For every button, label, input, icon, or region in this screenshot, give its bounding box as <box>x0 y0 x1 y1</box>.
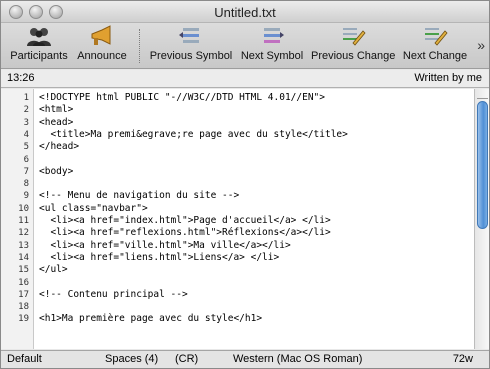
line-number: 3 <box>23 117 29 128</box>
editor-window: Untitled.txt Participants Announce Previ <box>0 0 490 369</box>
last-modified-time: 13:26 <box>7 72 35 84</box>
document-status-bar: 13:26 Written by me <box>1 70 489 88</box>
line-number: 17 <box>18 289 29 300</box>
previous-change-button[interactable]: Previous Change <box>311 25 395 67</box>
announce-label: Announce <box>77 50 127 62</box>
code-line[interactable]: <!-- Menu de navigation du site --> <box>39 190 239 201</box>
line-number: 16 <box>18 277 29 288</box>
line-number: 1 <box>23 93 29 103</box>
code-line[interactable]: <ul class="navbar"> <box>39 203 148 214</box>
line-number: 15 <box>18 265 29 276</box>
megaphone-icon <box>91 25 111 45</box>
next-change-button[interactable]: Next Change <box>401 25 469 67</box>
toolbar: Participants Announce Previous Symbol Ne… <box>1 23 489 69</box>
author-label: Written by me <box>414 72 482 84</box>
previous-symbol-button[interactable]: Previous Symbol <box>149 25 233 67</box>
code-line[interactable]: <h1>Ma première page avec du style</h1> <box>39 313 262 324</box>
code-line[interactable]: <!-- Contenu principal --> <box>39 289 188 300</box>
code-line[interactable]: <li><a href="reflexions.html">Réflexions… <box>39 227 330 238</box>
split-view-handle[interactable] <box>477 91 488 99</box>
code-line[interactable]: <html> <box>39 104 73 115</box>
next-symbol-icon <box>264 28 284 43</box>
participants-label: Participants <box>10 50 68 62</box>
line-number: 2 <box>23 105 29 116</box>
bottom-status-bar: Default Spaces (4) (CR) Western (Mac OS … <box>1 350 489 368</box>
code-line[interactable]: </head> <box>39 141 79 152</box>
previous-change-label: Previous Change <box>311 50 396 62</box>
encoding-popup[interactable]: Western (Mac OS Roman) <box>233 353 362 365</box>
code-line[interactable]: </ul> <box>39 264 68 275</box>
previous-symbol-icon <box>179 28 199 43</box>
code-line[interactable]: <body> <box>39 166 73 177</box>
line-number: 9 <box>23 191 29 202</box>
vertical-scrollbar-thumb[interactable] <box>477 101 488 229</box>
text-editor[interactable]: 1 <!DOCTYPE html PUBLIC "-//W3C//DTD HTML… <box>1 89 489 349</box>
vertical-scrollbar[interactable] <box>474 89 489 349</box>
code-line[interactable]: <title>Ma premi&egrave;re page avec du s… <box>39 129 347 140</box>
code-line[interactable]: <li><a href="liens.html">Liens</a> </li> <box>39 252 279 263</box>
line-ending-popup[interactable]: (CR) <box>175 353 198 365</box>
line-number: 7 <box>23 166 29 177</box>
next-change-label: Next Change <box>402 50 468 62</box>
indentation-popup[interactable]: Spaces (4) <box>105 353 158 365</box>
line-number: 14 <box>18 252 29 263</box>
code-line[interactable]: <head> <box>39 117 73 128</box>
next-symbol-label: Next Symbol <box>240 50 304 62</box>
window-title: Untitled.txt <box>214 5 276 20</box>
code-line[interactable]: <!DOCTYPE html PUBLIC "-//W3C//DTD HTML … <box>39 92 325 103</box>
toolbar-separator <box>139 29 140 63</box>
line-number: 6 <box>23 154 29 165</box>
line-number: 13 <box>18 240 29 251</box>
title-bar[interactable]: Untitled.txt <box>1 1 489 23</box>
line-number: 18 <box>18 302 29 313</box>
announce-button[interactable]: Announce <box>75 25 129 67</box>
code-line[interactable]: <li><a href="index.html">Page d'accueil<… <box>39 215 330 226</box>
line-number: 12 <box>18 228 29 239</box>
line-width-indicator: 72w <box>452 353 473 365</box>
code-line[interactable]: <li><a href="ville.html">Ma ville</a></l… <box>39 240 290 251</box>
text-style-popup[interactable]: Default <box>7 353 42 365</box>
line-number: 8 <box>23 179 29 190</box>
next-symbol-button[interactable]: Next Symbol <box>239 25 305 67</box>
participants-icon <box>27 28 51 46</box>
next-change-icon <box>425 28 448 46</box>
line-number: 5 <box>23 142 29 153</box>
line-number: 11 <box>18 216 29 226</box>
line-number: 19 <box>18 314 29 325</box>
previous-symbol-label: Previous Symbol <box>149 50 233 62</box>
toolbar-overflow-button[interactable]: » <box>477 37 485 53</box>
line-number: 4 <box>23 129 29 140</box>
line-number: 10 <box>18 203 29 214</box>
previous-change-icon <box>343 28 366 46</box>
participants-button[interactable]: Participants <box>7 25 71 67</box>
